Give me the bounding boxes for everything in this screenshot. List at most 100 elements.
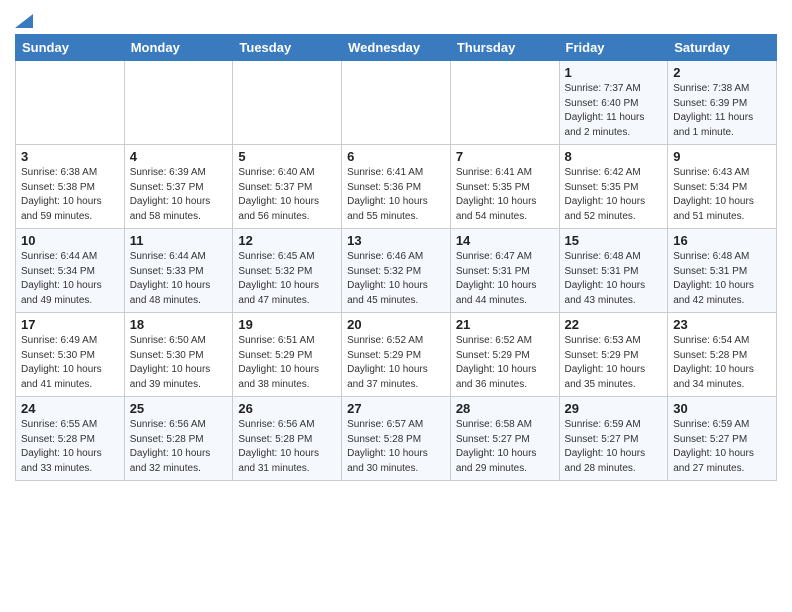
day-cell: 28 Sunrise: 6:58 AM Sunset: 5:27 PM Dayli…: [450, 397, 559, 481]
day-cell: 22Sunrise: 6:53 AM Sunset: 5:29 PM Dayli…: [559, 313, 668, 397]
day-number: 17: [21, 317, 119, 332]
day-info: Sunrise: 6:48 AM Sunset: 5:31 PM Dayligh…: [673, 250, 771, 308]
day-number: 28: [456, 401, 554, 416]
day-cell: 1Sunrise: 7:37 AM Sunset: 6:40 PM Daylig…: [559, 61, 668, 145]
day-info: Sunrise: 6:54 AM Sunset: 5:28 PM Dayligh…: [673, 334, 771, 392]
day-info: Sunrise: 6:59 AM Sunset: 5:27 PM Dayligh…: [565, 418, 663, 476]
day-cell: 29 Sunrise: 6:59 AM Sunset: 5:27 PM Dayli…: [559, 397, 668, 481]
weekday-header-wednesday: Wednesday: [342, 35, 451, 61]
day-cell: 7Sunrise: 6:41 AM Sunset: 5:35 PM Daylig…: [450, 145, 559, 229]
day-cell: 17Sunrise: 6:49 AM Sunset: 5:30 PM Dayli…: [16, 313, 125, 397]
day-info: Sunrise: 6:55 AM Sunset: 5:28 PM Dayligh…: [21, 418, 119, 476]
day-cell: 2Sunrise: 7:38 AM Sunset: 6:39 PM Daylig…: [668, 61, 777, 145]
day-cell: 11Sunrise: 6:44 AM Sunset: 5:33 PM Dayli…: [124, 229, 233, 313]
day-cell: 13 Sunrise: 6:46 AM Sunset: 5:32 PM Dayli…: [342, 229, 451, 313]
week-row-3: 10 Sunrise: 6:44 AM Sunset: 5:34 PM Dayli…: [16, 229, 777, 313]
day-cell: 30 Sunrise: 6:59 AM Sunset: 5:27 PM Dayli…: [668, 397, 777, 481]
day-info: Sunrise: 6:45 AM Sunset: 5:32 PM Dayligh…: [238, 250, 336, 308]
day-cell: 19 Sunrise: 6:51 AM Sunset: 5:29 PM Dayli…: [233, 313, 342, 397]
logo: [15, 14, 33, 28]
day-number: 6: [347, 149, 445, 164]
day-info: Sunrise: 6:41 AM Sunset: 5:36 PM Dayligh…: [347, 166, 445, 224]
day-cell: 26 Sunrise: 6:56 AM Sunset: 5:28 PM Dayli…: [233, 397, 342, 481]
day-cell: 21 Sunrise: 6:52 AM Sunset: 5:29 PM Dayli…: [450, 313, 559, 397]
day-info: Sunrise: 6:50 AM Sunset: 5:30 PM Dayligh…: [130, 334, 228, 392]
weekday-header-monday: Monday: [124, 35, 233, 61]
day-number: 23: [673, 317, 771, 332]
day-number: 19: [238, 317, 336, 332]
day-number: 8: [565, 149, 663, 164]
day-number: 25: [130, 401, 228, 416]
day-cell: 24Sunrise: 6:55 AM Sunset: 5:28 PM Dayli…: [16, 397, 125, 481]
weekday-header-tuesday: Tuesday: [233, 35, 342, 61]
day-number: 3: [21, 149, 119, 164]
day-info: Sunrise: 6:42 AM Sunset: 5:35 PM Dayligh…: [565, 166, 663, 224]
day-cell: 10 Sunrise: 6:44 AM Sunset: 5:34 PM Dayli…: [16, 229, 125, 313]
day-cell: 25 Sunrise: 6:56 AM Sunset: 5:28 PM Dayli…: [124, 397, 233, 481]
day-cell: 3 Sunrise: 6:38 AM Sunset: 5:38 PM Daylig…: [16, 145, 125, 229]
day-cell: 15 Sunrise: 6:48 AM Sunset: 5:31 PM Dayli…: [559, 229, 668, 313]
day-number: 20: [347, 317, 445, 332]
logo-icon: [15, 14, 33, 28]
day-info: Sunrise: 6:44 AM Sunset: 5:34 PM Dayligh…: [21, 250, 119, 308]
day-number: 12: [238, 233, 336, 248]
weekday-header-row: SundayMondayTuesdayWednesdayThursdayFrid…: [16, 35, 777, 61]
day-info: Sunrise: 6:52 AM Sunset: 5:29 PM Dayligh…: [347, 334, 445, 392]
day-info: Sunrise: 6:46 AM Sunset: 5:32 PM Dayligh…: [347, 250, 445, 308]
day-number: 30: [673, 401, 771, 416]
weekday-header-thursday: Thursday: [450, 35, 559, 61]
day-cell: 18 Sunrise: 6:50 AM Sunset: 5:30 PM Dayli…: [124, 313, 233, 397]
day-number: 14: [456, 233, 554, 248]
day-number: 15: [565, 233, 663, 248]
day-cell: 20 Sunrise: 6:52 AM Sunset: 5:29 PM Dayli…: [342, 313, 451, 397]
day-cell: 12 Sunrise: 6:45 AM Sunset: 5:32 PM Dayli…: [233, 229, 342, 313]
day-cell: [16, 61, 125, 145]
weekday-header-friday: Friday: [559, 35, 668, 61]
day-info: Sunrise: 6:41 AM Sunset: 5:35 PM Dayligh…: [456, 166, 554, 224]
day-info: Sunrise: 6:57 AM Sunset: 5:28 PM Dayligh…: [347, 418, 445, 476]
day-info: Sunrise: 6:48 AM Sunset: 5:31 PM Dayligh…: [565, 250, 663, 308]
week-row-2: 3 Sunrise: 6:38 AM Sunset: 5:38 PM Daylig…: [16, 145, 777, 229]
day-number: 13: [347, 233, 445, 248]
day-info: Sunrise: 6:40 AM Sunset: 5:37 PM Dayligh…: [238, 166, 336, 224]
day-info: Sunrise: 6:43 AM Sunset: 5:34 PM Dayligh…: [673, 166, 771, 224]
day-number: 21: [456, 317, 554, 332]
day-info: Sunrise: 6:58 AM Sunset: 5:27 PM Dayligh…: [456, 418, 554, 476]
day-number: 4: [130, 149, 228, 164]
day-number: 18: [130, 317, 228, 332]
day-info: Sunrise: 6:39 AM Sunset: 5:37 PM Dayligh…: [130, 166, 228, 224]
week-row-1: 1Sunrise: 7:37 AM Sunset: 6:40 PM Daylig…: [16, 61, 777, 145]
day-cell: 4 Sunrise: 6:39 AM Sunset: 5:37 PM Daylig…: [124, 145, 233, 229]
day-cell: 27Sunrise: 6:57 AM Sunset: 5:28 PM Dayli…: [342, 397, 451, 481]
day-cell: [233, 61, 342, 145]
day-number: 9: [673, 149, 771, 164]
day-number: 16: [673, 233, 771, 248]
week-row-4: 17Sunrise: 6:49 AM Sunset: 5:30 PM Dayli…: [16, 313, 777, 397]
day-info: Sunrise: 6:52 AM Sunset: 5:29 PM Dayligh…: [456, 334, 554, 392]
day-cell: 16 Sunrise: 6:48 AM Sunset: 5:31 PM Dayli…: [668, 229, 777, 313]
day-info: Sunrise: 7:38 AM Sunset: 6:39 PM Dayligh…: [673, 82, 771, 140]
day-cell: [342, 61, 451, 145]
day-info: Sunrise: 6:44 AM Sunset: 5:33 PM Dayligh…: [130, 250, 228, 308]
day-info: Sunrise: 6:51 AM Sunset: 5:29 PM Dayligh…: [238, 334, 336, 392]
day-cell: 23 Sunrise: 6:54 AM Sunset: 5:28 PM Dayli…: [668, 313, 777, 397]
day-number: 22: [565, 317, 663, 332]
day-info: Sunrise: 6:56 AM Sunset: 5:28 PM Dayligh…: [130, 418, 228, 476]
day-info: Sunrise: 6:56 AM Sunset: 5:28 PM Dayligh…: [238, 418, 336, 476]
page: SundayMondayTuesdayWednesdayThursdayFrid…: [0, 0, 792, 491]
day-cell: [124, 61, 233, 145]
day-info: Sunrise: 6:59 AM Sunset: 5:27 PM Dayligh…: [673, 418, 771, 476]
day-cell: 6 Sunrise: 6:41 AM Sunset: 5:36 PM Daylig…: [342, 145, 451, 229]
day-number: 29: [565, 401, 663, 416]
weekday-header-sunday: Sunday: [16, 35, 125, 61]
day-number: 5: [238, 149, 336, 164]
day-info: Sunrise: 6:38 AM Sunset: 5:38 PM Dayligh…: [21, 166, 119, 224]
day-cell: [450, 61, 559, 145]
day-number: 10: [21, 233, 119, 248]
week-row-5: 24Sunrise: 6:55 AM Sunset: 5:28 PM Dayli…: [16, 397, 777, 481]
day-cell: 5 Sunrise: 6:40 AM Sunset: 5:37 PM Daylig…: [233, 145, 342, 229]
day-number: 26: [238, 401, 336, 416]
calendar: SundayMondayTuesdayWednesdayThursdayFrid…: [15, 34, 777, 481]
weekday-header-saturday: Saturday: [668, 35, 777, 61]
day-info: Sunrise: 7:37 AM Sunset: 6:40 PM Dayligh…: [565, 82, 663, 140]
